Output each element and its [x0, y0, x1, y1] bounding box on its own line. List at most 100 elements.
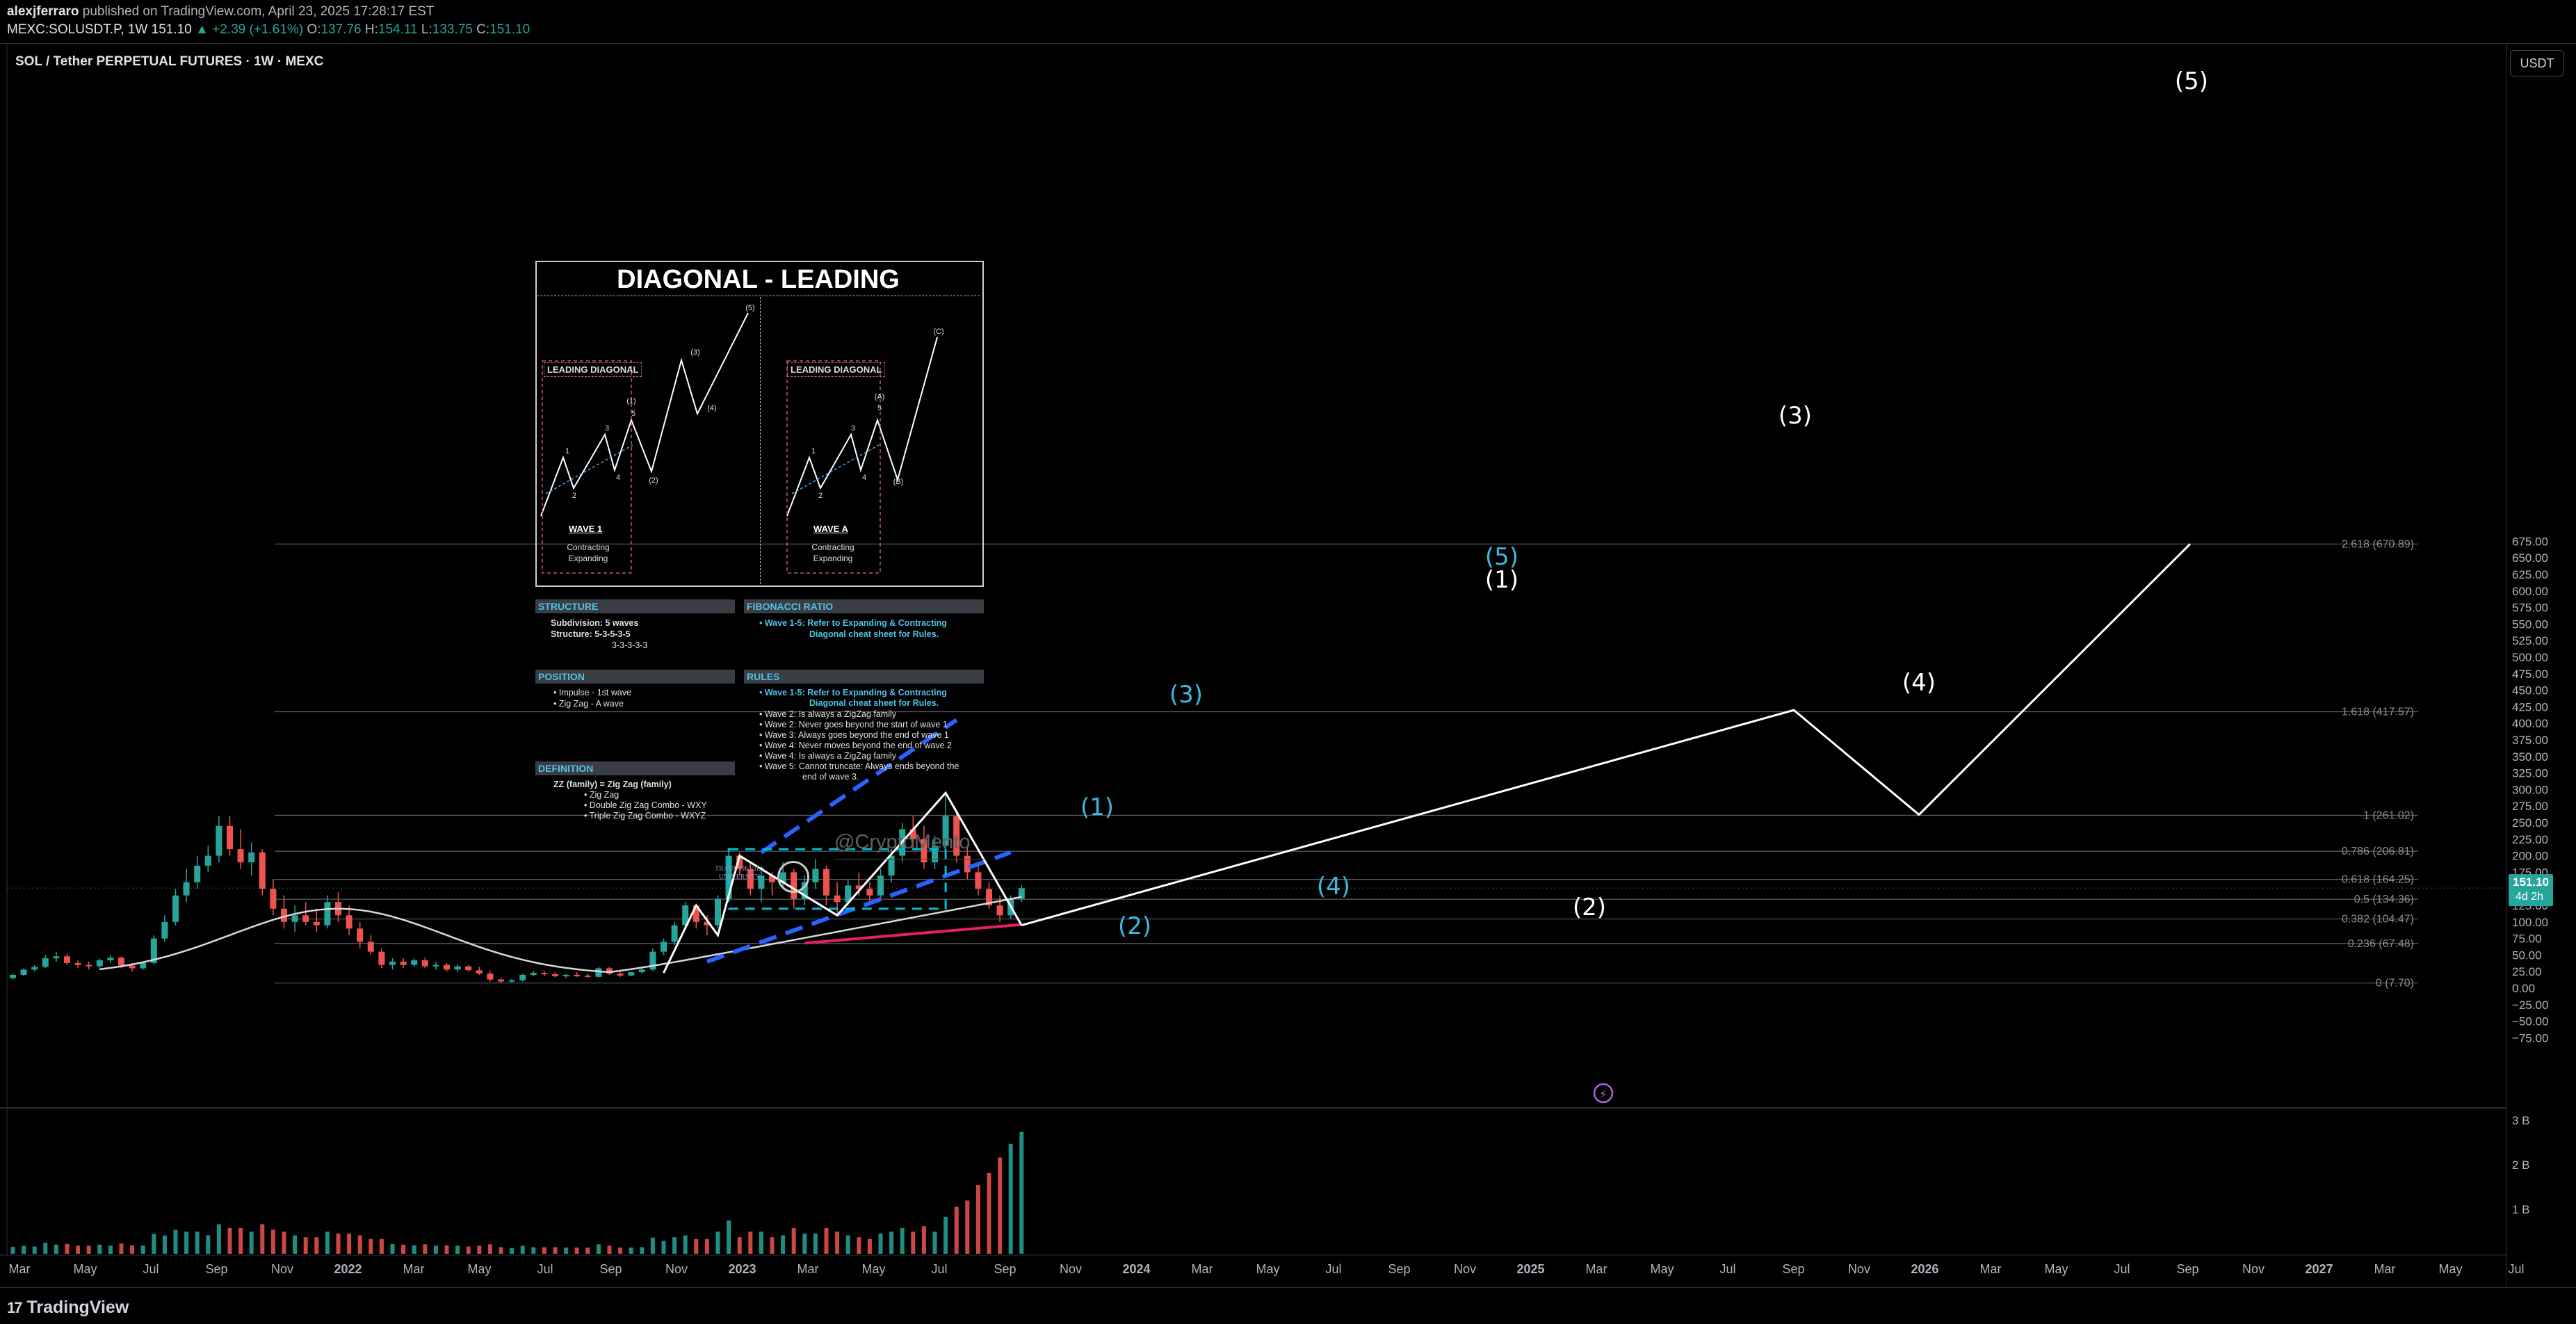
rules-line: • Wave 2: Is always a ZigZag family	[759, 709, 897, 719]
candle-body	[465, 966, 472, 971]
candle-body	[367, 942, 374, 952]
time-axis-label: 2023	[728, 1262, 756, 1276]
price-tick-label: 525.00	[2512, 634, 2548, 647]
volume-bar	[704, 1238, 709, 1254]
right-diagram-heading: LEADING DIAGONAL	[787, 362, 886, 377]
candle-body	[866, 889, 873, 896]
candle-body	[389, 961, 396, 965]
footer-bar: 17 TradingView	[0, 1287, 2576, 1324]
price-chart[interactable]: 675.00 650.00 625.00 600.00 575.00 550.00 525.…	[0, 0, 2576, 1323]
candle-body	[541, 973, 548, 975]
volume-bar	[108, 1245, 113, 1254]
volume-bar	[607, 1245, 612, 1254]
candle-body	[432, 964, 439, 967]
time-axis-label: Sep	[1388, 1262, 1410, 1276]
volume-bar	[510, 1248, 515, 1254]
candle-body	[10, 974, 16, 978]
wave-label: (2)	[1118, 912, 1151, 940]
tradingview-logo[interactable]: 17 TradingView	[7, 1298, 129, 1318]
price-tick-label: 0.00	[2512, 982, 2535, 995]
volume-bar	[238, 1227, 243, 1254]
volume-bar	[835, 1232, 840, 1254]
candle-body	[595, 968, 602, 977]
volume-bar	[520, 1245, 525, 1254]
fib-level-label: 0.5 (134.36)	[2354, 894, 2414, 905]
price-tick-label: 50.00	[2512, 948, 2542, 962]
volume-bar	[162, 1235, 167, 1254]
price-tick-label: 250.00	[2512, 816, 2548, 830]
fibonacci-heading: FIBONACCI RATIO	[744, 599, 984, 613]
structure-line2: Structure: 5-3-5-3-5	[551, 629, 631, 639]
volume-bar	[921, 1226, 926, 1254]
volume-bar	[759, 1232, 763, 1254]
price-tick-label: 225.00	[2512, 833, 2548, 846]
time-axis-label: Nov	[1848, 1262, 1870, 1276]
candle-body	[31, 967, 38, 970]
volume-bar	[672, 1237, 677, 1254]
time-axis-label: Jul	[2114, 1262, 2130, 1276]
price-tick-label: −25.00	[2512, 999, 2548, 1012]
wave-label: (3)	[1169, 681, 1203, 709]
volume-bar	[975, 1185, 980, 1254]
price-tick-label: 100.00	[2512, 916, 2548, 929]
candle-body	[519, 974, 526, 980]
price-tick-label: 25.00	[2512, 965, 2542, 978]
wave-label: (4)	[1317, 873, 1350, 901]
tradingview-logo-icon: 17	[7, 1299, 23, 1316]
volume-bar	[43, 1243, 48, 1254]
rules-line: • Wave 3: Always goes beyond the end of …	[759, 730, 949, 740]
candle-body	[584, 975, 591, 977]
candle-body	[194, 865, 201, 882]
ticker[interactable]: MEXC:SOLUSDT.P, 1W	[7, 22, 147, 37]
price-tick-label: −50.00	[2512, 1015, 2548, 1028]
candle-body	[530, 973, 537, 975]
candle-body	[74, 962, 81, 965]
candle-body	[20, 969, 27, 975]
candle-body	[42, 958, 49, 967]
time-axis-label: May	[861, 1262, 885, 1276]
volume-bar	[140, 1245, 145, 1254]
candle-body	[400, 961, 407, 965]
volume-bar	[998, 1157, 1003, 1254]
candle-body	[823, 869, 829, 896]
candle-body	[129, 965, 136, 969]
candle-body	[498, 979, 504, 982]
time-axis-label: Jul	[537, 1262, 553, 1276]
volume-bar	[1008, 1143, 1013, 1254]
definition-line2: • Zig Zag	[584, 790, 619, 800]
price-tick-label: 325.00	[2512, 767, 2548, 780]
volume-bar	[65, 1243, 70, 1254]
candle-body	[975, 872, 982, 889]
currency-button[interactable]: USDT	[2510, 50, 2564, 76]
volume-bar	[596, 1244, 601, 1254]
university-logo-text: TRADE DEVILS UNIVERSITY	[715, 865, 764, 882]
structure-line1: Subdivision: 5 waves	[551, 618, 639, 628]
time-axis-label: Sep	[994, 1262, 1016, 1276]
volume-bar	[86, 1245, 91, 1254]
price-tick-label: 350.00	[2512, 750, 2548, 764]
time-axis-label: 2022	[334, 1262, 362, 1276]
candle-body	[53, 956, 60, 959]
volume-bar	[770, 1237, 775, 1254]
candle-body	[996, 905, 1003, 916]
price-tick-label: 600.00	[2512, 585, 2548, 598]
time-axis-label: Nov	[2242, 1262, 2265, 1276]
volume-bar	[965, 1200, 970, 1254]
volume-bar	[444, 1245, 449, 1254]
university-name-2: UNIVERSITY	[718, 873, 761, 881]
rules-line: end of wave 3.	[802, 772, 859, 782]
candle-body	[248, 852, 255, 863]
candle-body	[508, 980, 515, 982]
price-tick-label: −75.00	[2512, 1031, 2548, 1044]
time-axis-label: 2024	[1122, 1262, 1150, 1276]
volume-bar	[270, 1229, 275, 1254]
fib-level-label: 2.618 (670.89)	[2342, 538, 2414, 550]
candle-body	[86, 964, 92, 967]
author-name[interactable]: alexjferraro	[7, 4, 79, 19]
volume-tick-label: 2 B	[2512, 1158, 2530, 1172]
close-value: 151.10	[489, 22, 530, 37]
volume-bar	[878, 1233, 883, 1254]
volume-bar	[195, 1232, 200, 1254]
candle-body	[834, 895, 841, 903]
volume-bar	[173, 1229, 178, 1254]
